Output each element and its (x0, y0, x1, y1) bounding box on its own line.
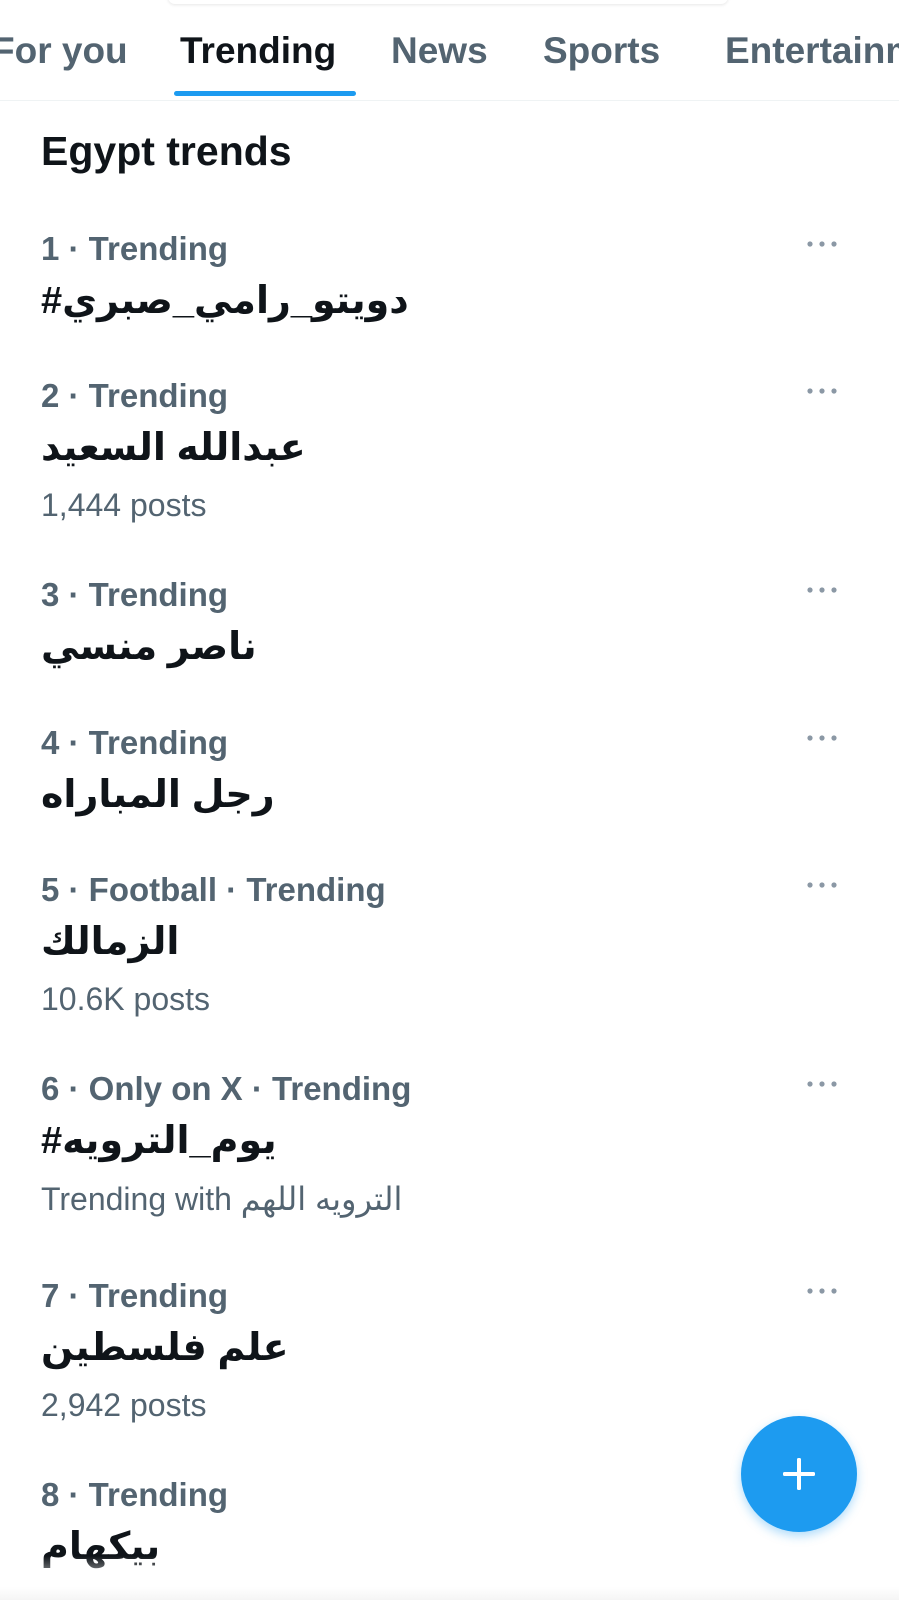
more-icon[interactable] (804, 875, 840, 909)
bottom-edge (0, 1556, 899, 1600)
trend-item[interactable]: 6 · Only on X · Trending #يوم_الترويه Tr… (0, 1070, 899, 1230)
trend-item[interactable]: 1 · Trending #دويتو_رامي_صبري (0, 230, 899, 350)
active-tab-indicator (174, 91, 356, 96)
trend-name: ناصر منسي (41, 626, 257, 668)
trend-meta: 1 · Trending (41, 230, 229, 267)
trend-meta: 4 · Trending (41, 724, 229, 761)
trend-post-count: 1,444 posts (41, 487, 207, 523)
trend-item[interactable]: 5 · Football · Trending الزمالك 10.6K po… (0, 871, 899, 1031)
more-icon[interactable] (804, 1281, 840, 1315)
trend-meta: 8 · Trending (41, 1476, 229, 1513)
tab-news[interactable]: News (391, 30, 488, 72)
more-icon[interactable] (804, 580, 840, 614)
trend-post-count: 10.6K posts (41, 981, 210, 1017)
trend-name: رجل المباراه (41, 774, 275, 816)
more-icon[interactable] (804, 234, 840, 268)
trend-name: عبدالله السعيد (41, 427, 306, 469)
tab-sports[interactable]: Sports (543, 30, 660, 72)
section-title: Egypt trends (41, 128, 292, 174)
search-bar-edge (168, 0, 728, 4)
trend-name: الزمالك (41, 921, 180, 963)
trend-meta: 3 · Trending (41, 576, 229, 613)
trend-item[interactable]: 3 · Trending ناصر منسي (0, 576, 899, 696)
trend-item[interactable]: 7 · Trending علم فلسطين 2,942 posts (0, 1277, 899, 1437)
trend-name: علم فلسطين (41, 1327, 289, 1369)
tab-entertainment[interactable]: Entertainment (725, 30, 899, 72)
explore-tabs: For you Trending News Sports Entertainme… (0, 22, 899, 101)
more-icon[interactable] (804, 1074, 840, 1108)
trend-item[interactable]: 2 · Trending عبدالله السعيد 1,444 posts (0, 377, 899, 537)
trend-post-count: 2,942 posts (41, 1387, 207, 1423)
tab-trending[interactable]: Trending (180, 30, 336, 72)
trend-meta: 2 · Trending (41, 377, 229, 414)
compose-post-button[interactable] (741, 1416, 857, 1532)
trend-name: #يوم_الترويه (41, 1120, 277, 1162)
trending-with-text: Trending with الترويه اللهم (41, 1181, 403, 1217)
trend-meta: 6 · Only on X · Trending (41, 1070, 412, 1107)
trend-name: #دويتو_رامي_صبري (41, 280, 409, 322)
tab-for-you[interactable]: For you (0, 30, 128, 72)
trend-meta: 5 · Football · Trending (41, 871, 386, 908)
more-icon[interactable] (804, 381, 840, 415)
trend-item[interactable]: 4 · Trending رجل المباراه (0, 724, 899, 844)
trend-meta: 7 · Trending (41, 1277, 229, 1314)
plus-icon (783, 1458, 815, 1490)
more-icon[interactable] (804, 728, 840, 762)
